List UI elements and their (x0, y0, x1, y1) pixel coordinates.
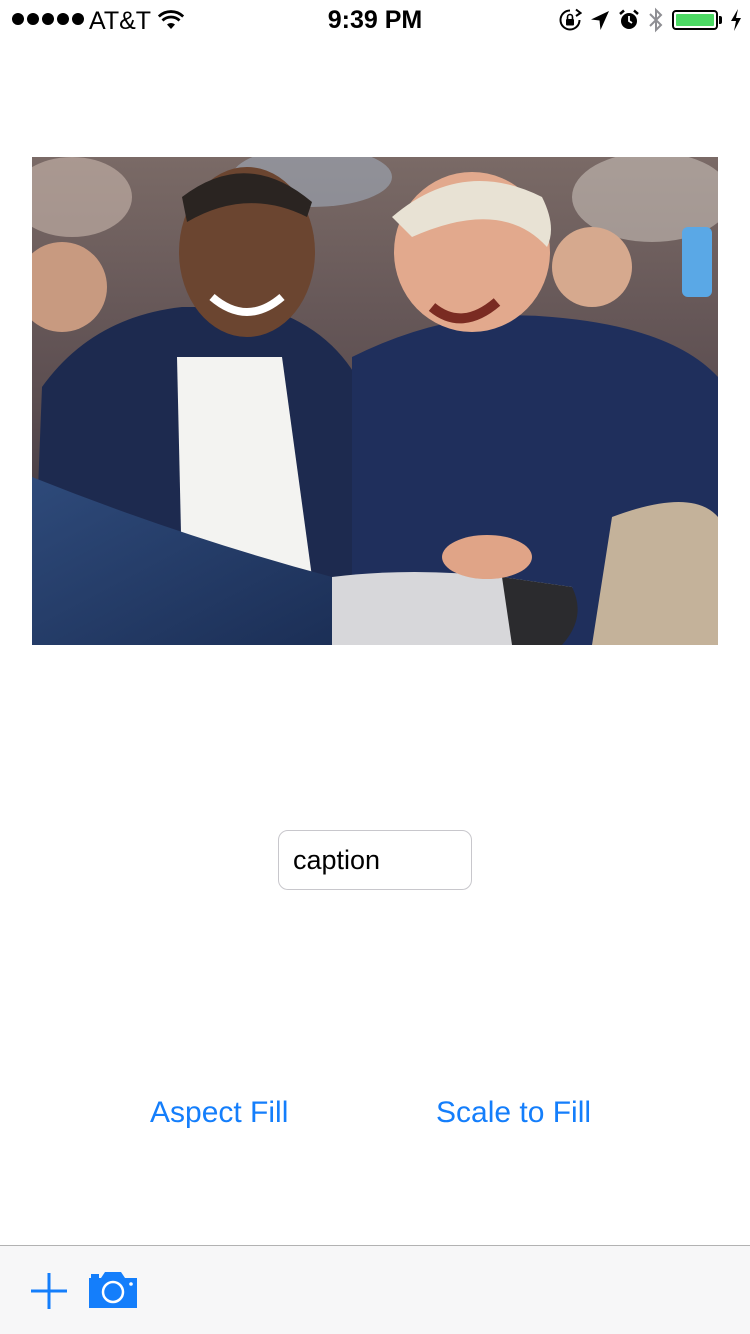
battery-icon (672, 10, 718, 30)
screen: AT&T 9:39 PM caption Aspect Fill Scale t… (0, 0, 750, 1334)
photo-image-view (32, 157, 718, 645)
status-bar: AT&T 9:39 PM (0, 0, 750, 40)
alarm-icon (619, 9, 639, 29)
camera-icon (89, 1272, 137, 1308)
status-icons (558, 7, 742, 33)
orientation-lock-icon (559, 8, 582, 31)
location-arrow-icon (591, 11, 609, 30)
aspect-fill-button[interactable]: Aspect Fill (150, 1096, 288, 1130)
scale-to-fill-button[interactable]: Scale to Fill (436, 1096, 591, 1130)
camera-button[interactable] (87, 1270, 139, 1310)
charging-bolt-icon (731, 9, 741, 31)
add-button[interactable] (30, 1272, 68, 1310)
photo-image (32, 157, 718, 645)
bluetooth-icon (649, 7, 663, 33)
caption-field[interactable] (278, 830, 472, 890)
bottom-toolbar (0, 1245, 750, 1334)
plus-icon (31, 1273, 67, 1309)
